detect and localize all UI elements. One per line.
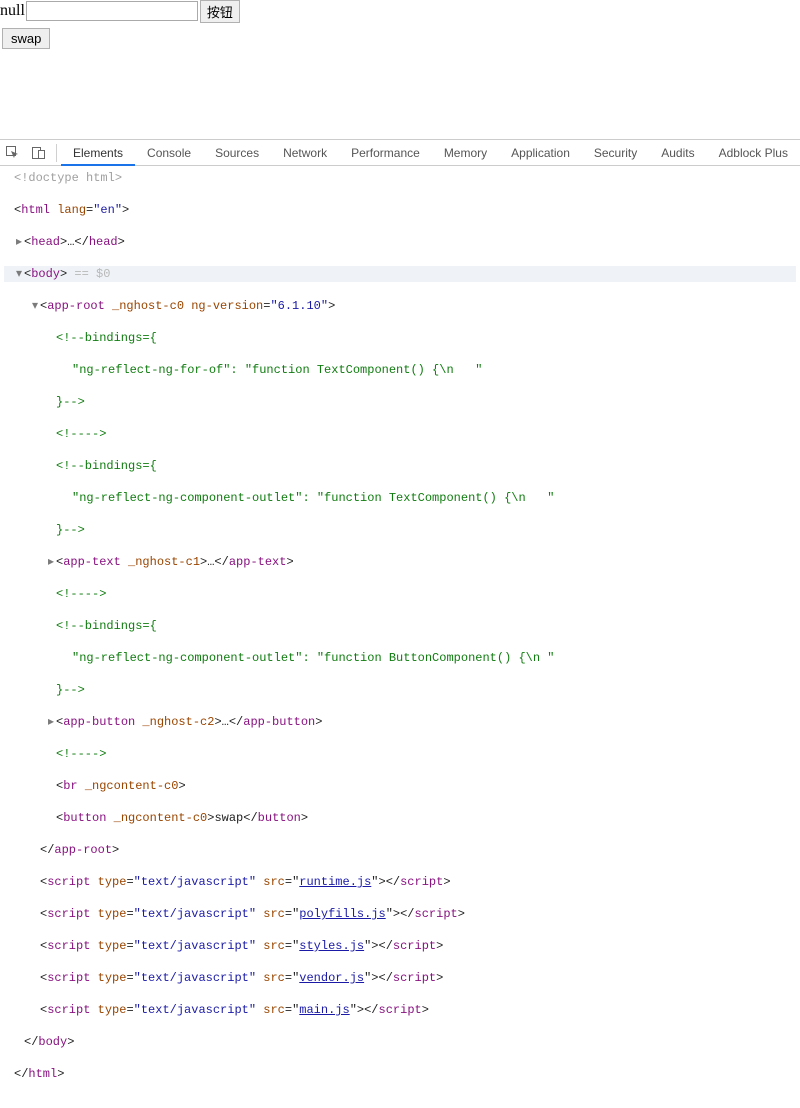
inspect-icon[interactable] bbox=[0, 140, 26, 166]
source-line[interactable]: ▸<app-text _nghost-c1>…</app-text> bbox=[4, 554, 796, 570]
source-line[interactable]: <!----> bbox=[4, 426, 796, 442]
source-line[interactable]: <script type="text/javascript" src="main… bbox=[4, 1002, 796, 1018]
devtools-tab-console[interactable]: Console bbox=[135, 140, 203, 166]
expand-caret-icon[interactable]: ▸ bbox=[46, 714, 56, 730]
source-line[interactable]: <button _ngcontent-c0>swap</button> bbox=[4, 810, 796, 826]
source-line[interactable]: ▸<head>…</head> bbox=[4, 234, 796, 250]
expand-caret-icon[interactable]: ▾ bbox=[14, 266, 24, 282]
caret-placeholder bbox=[46, 682, 56, 698]
text-input[interactable] bbox=[26, 1, 198, 21]
caret-placeholder bbox=[46, 394, 56, 410]
source-line[interactable]: ▾<app-root _nghost-c0 ng-version="6.1.10… bbox=[4, 298, 796, 314]
source-line[interactable]: <script type="text/javascript" src="poly… bbox=[4, 906, 796, 922]
source-line[interactable]: <script type="text/javascript" src="vend… bbox=[4, 970, 796, 986]
caret-placeholder bbox=[62, 362, 72, 378]
spacer bbox=[0, 49, 800, 139]
source-line[interactable]: </body> bbox=[4, 1034, 796, 1050]
source-line[interactable]: ▸<app-button _nghost-c2>…</app-button> bbox=[4, 714, 796, 730]
generic-button[interactable]: 按钮 bbox=[200, 0, 240, 23]
source-line[interactable]: <!----> bbox=[4, 586, 796, 602]
source-line[interactable]: }--> bbox=[4, 522, 796, 538]
top-row: null 按钮 bbox=[0, 0, 800, 22]
caret-placeholder bbox=[46, 586, 56, 602]
caret-placeholder bbox=[4, 202, 14, 218]
devtools-panel: ElementsConsoleSourcesNetworkPerformance… bbox=[0, 139, 800, 1108]
source-line[interactable]: <!doctype html> bbox=[4, 170, 796, 186]
caret-placeholder bbox=[62, 490, 72, 506]
devtools-tab-security[interactable]: Security bbox=[582, 140, 649, 166]
device-toolbar-icon[interactable] bbox=[26, 140, 52, 166]
null-text: null bbox=[0, 2, 25, 20]
caret-placeholder bbox=[46, 426, 56, 442]
source-line[interactable]: <!----> bbox=[4, 746, 796, 762]
caret-placeholder bbox=[4, 170, 14, 186]
source-line[interactable]: "ng-reflect-ng-component-outlet": "funct… bbox=[4, 490, 796, 506]
caret-placeholder bbox=[30, 874, 40, 890]
source-line[interactable]: <script type="text/javascript" src="styl… bbox=[4, 938, 796, 954]
swap-button[interactable]: swap bbox=[2, 28, 50, 49]
devtools-tab-elements[interactable]: Elements bbox=[61, 140, 135, 166]
caret-placeholder bbox=[30, 1002, 40, 1018]
devtools-tab-adblock-plus[interactable]: Adblock Plus bbox=[707, 140, 800, 166]
devtools-elements-source[interactable]: <!doctype html> <html lang="en"> ▸<head>… bbox=[0, 166, 800, 1108]
source-line[interactable]: </html> bbox=[4, 1066, 796, 1082]
source-line[interactable]: "ng-reflect-ng-for-of": "function TextCo… bbox=[4, 362, 796, 378]
devtools-tab-sources[interactable]: Sources bbox=[203, 140, 271, 166]
source-line[interactable]: </app-root> bbox=[4, 842, 796, 858]
devtools-tab-network[interactable]: Network bbox=[271, 140, 339, 166]
source-line[interactable]: }--> bbox=[4, 682, 796, 698]
source-line[interactable]: <script type="text/javascript" src="runt… bbox=[4, 874, 796, 890]
caret-placeholder bbox=[46, 458, 56, 474]
source-line[interactable]: <br _ngcontent-c0> bbox=[4, 778, 796, 794]
caret-placeholder bbox=[30, 970, 40, 986]
caret-placeholder bbox=[30, 842, 40, 858]
caret-placeholder bbox=[62, 650, 72, 666]
caret-placeholder bbox=[46, 778, 56, 794]
caret-placeholder bbox=[46, 746, 56, 762]
caret-placeholder bbox=[46, 618, 56, 634]
devtools-tab-application[interactable]: Application bbox=[499, 140, 582, 166]
swap-row: swap bbox=[0, 28, 800, 49]
expand-caret-icon[interactable]: ▸ bbox=[46, 554, 56, 570]
source-line[interactable]: }--> bbox=[4, 394, 796, 410]
expand-caret-icon[interactable]: ▾ bbox=[30, 298, 40, 314]
source-line[interactable]: ▾<body> == $0 bbox=[4, 266, 796, 282]
caret-placeholder bbox=[4, 1066, 14, 1082]
caret-placeholder bbox=[30, 906, 40, 922]
source-line[interactable]: "ng-reflect-ng-component-outlet": "funct… bbox=[4, 650, 796, 666]
caret-placeholder bbox=[14, 1034, 24, 1050]
devtools-tabbar: ElementsConsoleSourcesNetworkPerformance… bbox=[0, 140, 800, 166]
source-line[interactable]: <html lang="en"> bbox=[4, 202, 796, 218]
caret-placeholder bbox=[30, 938, 40, 954]
source-line[interactable]: <!--bindings={ bbox=[4, 458, 796, 474]
expand-caret-icon[interactable]: ▸ bbox=[14, 234, 24, 250]
page-content: null 按钮 swap bbox=[0, 0, 800, 49]
devtools-tab-performance[interactable]: Performance bbox=[339, 140, 432, 166]
devtools-tab-audits[interactable]: Audits bbox=[649, 140, 706, 166]
divider bbox=[56, 144, 57, 162]
caret-placeholder bbox=[46, 810, 56, 826]
source-line[interactable]: <!--bindings={ bbox=[4, 618, 796, 634]
caret-placeholder bbox=[46, 330, 56, 346]
source-line[interactable]: <!--bindings={ bbox=[4, 330, 796, 346]
caret-placeholder bbox=[46, 522, 56, 538]
devtools-tab-memory[interactable]: Memory bbox=[432, 140, 499, 166]
